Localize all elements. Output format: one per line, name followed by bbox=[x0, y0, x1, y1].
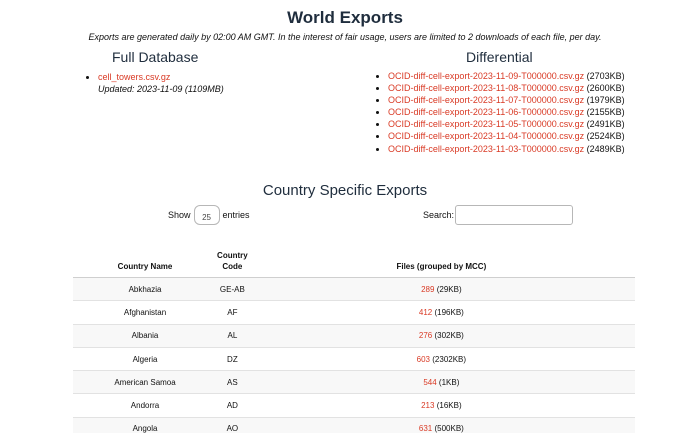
mcc-file-size: (500KB) bbox=[434, 424, 464, 433]
col-header-country-name[interactable]: Country Name bbox=[73, 243, 218, 278]
country-table: Country Name Country Code Files (grouped… bbox=[73, 243, 635, 433]
table-row: Angola AO 631 (500KB) bbox=[73, 417, 635, 433]
country-code-cell: DZ bbox=[217, 347, 248, 372]
table-row: Andorra AD 213 (16KB) bbox=[73, 393, 635, 418]
mcc-file-size: (196KB) bbox=[434, 307, 464, 317]
diff-file-size: (2489KB) bbox=[586, 143, 625, 154]
entries-select[interactable]: 25 bbox=[193, 205, 220, 225]
country-name-cell: American Samoa bbox=[73, 370, 218, 395]
country-code-cell: AD bbox=[217, 393, 248, 418]
diff-file-size: (2600KB) bbox=[586, 83, 625, 94]
search-input[interactable] bbox=[455, 205, 574, 225]
country-name-cell: Afghanistan bbox=[73, 300, 218, 325]
country-name-cell: Abkhazia bbox=[73, 277, 218, 302]
country-code-cell: AS bbox=[217, 370, 248, 395]
table-row: Afghanistan AF 412 (196KB) bbox=[73, 300, 635, 325]
mcc-file-link[interactable]: 412 bbox=[419, 308, 432, 317]
list-item: OCID-diff-cell-export-2023-11-06-T000000… bbox=[388, 106, 625, 118]
files-cell: 544 (1KB) bbox=[247, 370, 635, 395]
search-label: Search: bbox=[423, 210, 455, 220]
show-label: Show bbox=[168, 210, 191, 220]
country-name-cell: Andorra bbox=[73, 393, 218, 418]
mcc-file-size: (29KB) bbox=[436, 284, 462, 294]
diff-file-size: (2703KB) bbox=[586, 71, 625, 81]
mcc-file-size: (302KB) bbox=[434, 331, 464, 341]
list-item: OCID-diff-cell-export-2023-11-08-T000000… bbox=[388, 82, 625, 94]
country-name-cell: Algeria bbox=[73, 347, 218, 372]
mcc-file-link[interactable]: 213 bbox=[421, 401, 434, 410]
files-cell: 603 (2302KB) bbox=[247, 347, 635, 372]
country-code-cell: GE-AB bbox=[217, 277, 248, 302]
diff-file-link[interactable]: OCID-diff-cell-export-2023-11-07-T000000… bbox=[388, 95, 584, 105]
list-item: OCID-diff-cell-export-2023-11-04-T000000… bbox=[388, 130, 625, 142]
files-cell: 276 (302KB) bbox=[247, 324, 635, 348]
mcc-file-size: (16KB) bbox=[436, 401, 462, 411]
mcc-file-link[interactable]: 289 bbox=[421, 285, 434, 294]
list-item: OCID-diff-cell-export-2023-11-05-T000000… bbox=[388, 118, 625, 130]
mcc-file-link[interactable]: 276 bbox=[419, 331, 432, 340]
country-code-cell: AF bbox=[217, 300, 248, 325]
table-row: Abkhazia GE-AB 289 (29KB) bbox=[73, 277, 635, 302]
files-cell: 213 (16KB) bbox=[247, 393, 635, 418]
page-subtitle: Exports are generated daily by 02:00 AM … bbox=[88, 32, 602, 42]
files-cell: 631 (500KB) bbox=[247, 417, 635, 433]
country-section-title: Country Specific Exports bbox=[262, 182, 428, 199]
table-row: Algeria DZ 603 (2302KB) bbox=[73, 347, 635, 372]
mcc-file-link[interactable]: 603 bbox=[417, 355, 430, 364]
world-exports-page: World Exports Exports are generated dail… bbox=[0, 0, 690, 433]
list-item: OCID-diff-cell-export-2023-11-03-T000000… bbox=[388, 143, 625, 155]
search-control: Search: bbox=[423, 205, 574, 225]
table-row: Albania AL 276 (302KB) bbox=[73, 324, 635, 348]
table-header-row: Country Name Country Code Files (grouped… bbox=[73, 243, 635, 278]
diff-file-size: (2524KB) bbox=[586, 131, 625, 142]
diff-file-size: (1979KB) bbox=[586, 95, 625, 106]
country-code-cell: AL bbox=[217, 324, 248, 348]
full-database-link[interactable]: cell_towers.csv.gz bbox=[98, 72, 170, 82]
country-code-cell: AO bbox=[217, 417, 248, 433]
mcc-file-link[interactable]: 631 bbox=[419, 424, 432, 433]
diff-file-link[interactable]: OCID-diff-cell-export-2023-11-04-T000000… bbox=[388, 131, 584, 141]
list-item: OCID-diff-cell-export-2023-11-07-T000000… bbox=[388, 94, 625, 106]
diff-file-link[interactable]: OCID-diff-cell-export-2023-11-08-T000000… bbox=[388, 83, 584, 93]
diff-file-link[interactable]: OCID-diff-cell-export-2023-11-06-T000000… bbox=[388, 107, 584, 117]
full-database-item: cell_towers.csv.gz Updated: 2023-11-09 (… bbox=[98, 71, 224, 95]
diff-file-link[interactable]: OCID-diff-cell-export-2023-11-05-T000000… bbox=[388, 119, 584, 129]
full-database-title: Full Database bbox=[112, 49, 199, 65]
files-cell: 289 (29KB) bbox=[247, 277, 635, 302]
mcc-file-size: (1KB) bbox=[438, 377, 460, 387]
mcc-file-size: (2302KB) bbox=[432, 354, 467, 364]
full-database-list: cell_towers.csv.gz Updated: 2023-11-09 (… bbox=[88, 71, 224, 95]
page-title: World Exports bbox=[287, 8, 403, 27]
differential-list: OCID-diff-cell-export-2023-11-09-T000000… bbox=[378, 70, 625, 155]
country-name-cell: Albania bbox=[73, 324, 218, 348]
diff-file-link[interactable]: OCID-diff-cell-export-2023-11-09-T000000… bbox=[388, 71, 584, 81]
show-entries-control: Show 25 entries bbox=[168, 205, 250, 225]
diff-file-size: (2491KB) bbox=[586, 119, 625, 130]
differential-title: Differential bbox=[466, 49, 533, 65]
diff-file-link[interactable]: OCID-diff-cell-export-2023-11-03-T000000… bbox=[388, 144, 584, 154]
table-row: American Samoa AS 544 (1KB) bbox=[73, 370, 635, 395]
col-header-files[interactable]: Files (grouped by MCC) bbox=[247, 243, 635, 278]
mcc-file-link[interactable]: 544 bbox=[423, 378, 436, 387]
country-name-cell: Angola bbox=[73, 417, 218, 433]
col-header-country-code[interactable]: Country Code bbox=[217, 243, 248, 278]
full-database-updated: Updated: 2023-11-09 (1109MB) bbox=[98, 84, 224, 94]
files-cell: 412 (196KB) bbox=[247, 300, 635, 325]
entries-label: entries bbox=[222, 210, 250, 220]
list-item: OCID-diff-cell-export-2023-11-09-T000000… bbox=[388, 70, 625, 82]
diff-file-size: (2155KB) bbox=[586, 107, 625, 118]
